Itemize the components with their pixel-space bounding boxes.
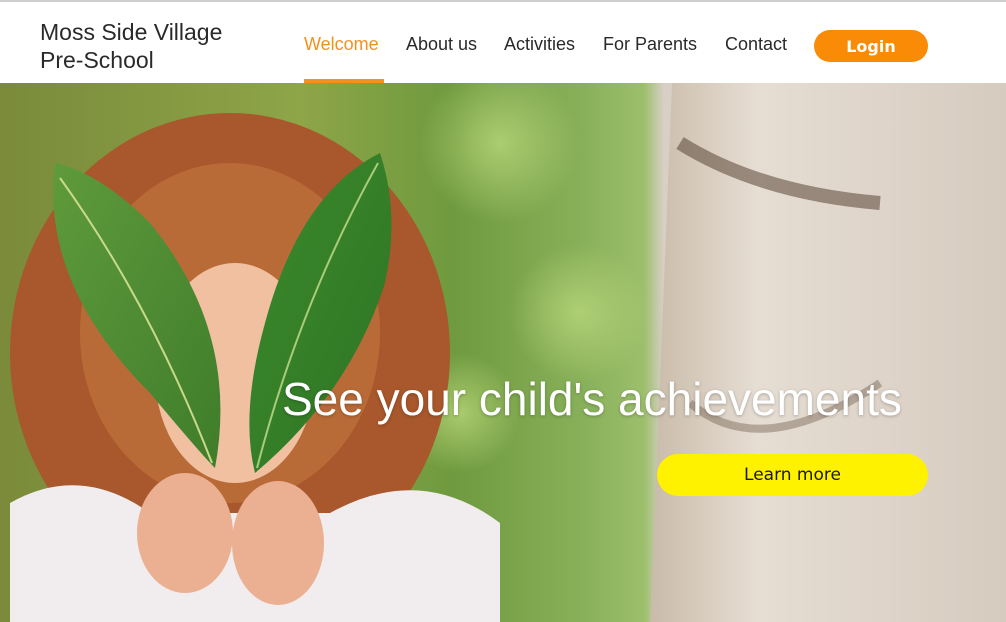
brand-line-1: Moss Side Village bbox=[40, 19, 223, 45]
login-button[interactable]: Login bbox=[814, 30, 928, 62]
hero-banner: See your child's achievements Learn more bbox=[0, 83, 1006, 622]
site-logo-text[interactable]: Moss Side Village Pre-School bbox=[40, 18, 270, 74]
learn-more-button[interactable]: Learn more bbox=[657, 454, 928, 496]
nav-for-parents[interactable]: For Parents bbox=[603, 33, 697, 55]
site-header: Moss Side Village Pre-School Welcome Abo… bbox=[0, 2, 1006, 83]
nav-contact[interactable]: Contact bbox=[725, 33, 787, 55]
nav-welcome[interactable]: Welcome bbox=[304, 33, 379, 55]
nav-about-us[interactable]: About us bbox=[406, 33, 477, 55]
hero-image bbox=[10, 83, 1006, 622]
hero-headline: See your child's achievements bbox=[282, 373, 902, 425]
nav-activities[interactable]: Activities bbox=[504, 33, 575, 55]
brand-line-2: Pre-School bbox=[40, 47, 154, 73]
